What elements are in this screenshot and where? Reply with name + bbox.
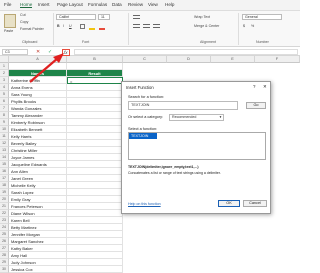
chevron-down-icon[interactable]: ▼: [219, 115, 222, 119]
function-description: Concatenates a list or range of text str…: [128, 171, 221, 175]
insert-function-dialog: Insert Function ? ✕ Search for a functio…: [121, 81, 271, 214]
select-function-label: Select a function:: [128, 127, 158, 131]
arrow-shaft: [29, 57, 59, 83]
category-select[interactable]: Recommended: [169, 114, 224, 121]
dialog-title: Insert Function: [126, 85, 154, 90]
function-list-item[interactable]: TEXTJOIN: [129, 133, 157, 139]
category-label: Or select a category:: [128, 115, 164, 119]
search-label: Search for a function:: [128, 95, 165, 99]
help-link[interactable]: Help on this function: [128, 202, 161, 206]
search-input[interactable]: TEXTJOIN: [128, 101, 238, 110]
close-icon[interactable]: ✕: [263, 84, 267, 90]
function-signature: TEXTJOIN(delimiter,ignore_empty,text1,..…: [128, 165, 199, 169]
cancel-button[interactable]: Cancel: [243, 200, 267, 207]
go-button[interactable]: Go: [246, 102, 266, 109]
ok-button[interactable]: OK: [218, 200, 240, 207]
help-icon[interactable]: ?: [253, 84, 255, 89]
function-list[interactable]: TEXTJOIN: [128, 132, 266, 160]
